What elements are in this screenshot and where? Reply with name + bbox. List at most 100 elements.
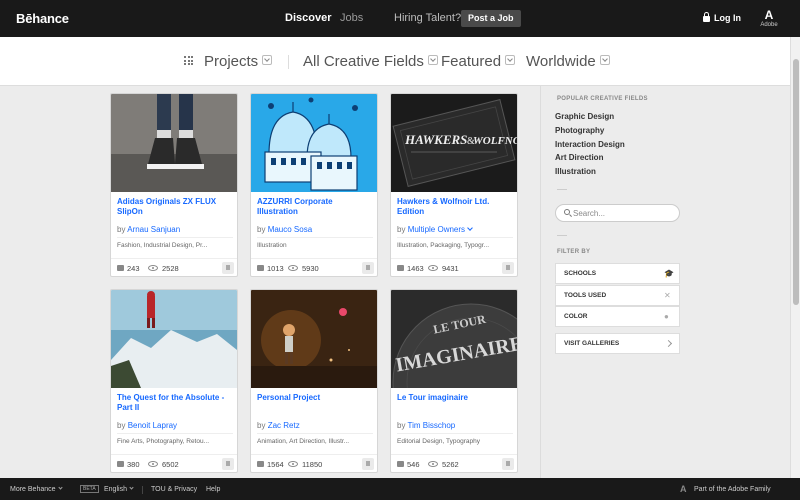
thumbs-up-icon: [397, 461, 404, 467]
divider: [117, 237, 233, 238]
add-to-collection-button[interactable]: [222, 262, 234, 274]
views-count: 11850: [302, 460, 323, 469]
add-to-collection-button[interactable]: [502, 458, 514, 470]
popular-field-link[interactable]: Photography: [555, 126, 604, 135]
project-fields: Animation, Art Direction, Illustr...: [257, 438, 350, 445]
project-card[interactable]: The Quest for the Absolute - Part II by …: [110, 289, 238, 473]
help-link[interactable]: Help: [206, 486, 220, 493]
project-title[interactable]: Le Tour imaginaire: [397, 393, 513, 403]
add-to-collection-button[interactable]: [222, 458, 234, 470]
filter-color-button[interactable]: COLOR ●: [555, 306, 680, 327]
appreciations-count: 243: [127, 264, 140, 273]
project-fields: Editorial Design, Typography: [397, 438, 480, 445]
project-title[interactable]: The Quest for the Absolute - Part II: [117, 393, 233, 413]
project-fields: Illustration, Packaging, Typogr...: [397, 242, 490, 249]
popular-field-link[interactable]: Graphic Design: [555, 112, 614, 121]
divider: [557, 235, 567, 236]
popular-field-link[interactable]: Interaction Design: [555, 140, 625, 149]
add-to-collection-button[interactable]: [362, 458, 374, 470]
search-icon: [564, 209, 570, 215]
eye-icon: [288, 265, 298, 271]
project-card[interactable]: AZZURRI Corporate Illustration by Mauco …: [250, 93, 378, 277]
project-card[interactable]: LE TOUR IMAGINAIRE Le Tour imaginaire by…: [390, 289, 518, 473]
owner-link[interactable]: Zac Retz: [268, 421, 300, 430]
project-thumbnail[interactable]: [111, 290, 237, 388]
adobe-mark-icon: A: [680, 484, 687, 494]
more-behance-label: More Behance: [10, 486, 56, 493]
owner-link[interactable]: Arnau Sanjuan: [127, 225, 180, 234]
divider: [397, 237, 513, 238]
owner-link[interactable]: Tim Bisschop: [408, 421, 456, 430]
adobe-family-link[interactable]: Part of the Adobe Family: [694, 486, 771, 493]
project-owner: by Benoit Lapray: [117, 421, 177, 430]
worldwide-dropdown[interactable]: Worldwide: [526, 53, 610, 70]
popular-field-link[interactable]: Illustration: [555, 167, 596, 176]
search-input[interactable]: Search...: [555, 204, 680, 222]
eye-icon: [428, 461, 438, 467]
filter-label: COLOR: [564, 313, 588, 320]
filter-schools-button[interactable]: SCHOOLS 🎓: [555, 263, 680, 284]
project-title[interactable]: Adidas Originals ZX FLUX SlipOn: [117, 197, 233, 217]
featured-dropdown[interactable]: Featured: [441, 53, 516, 70]
project-thumbnail[interactable]: HAWKERS & WOLFNOIR: [391, 94, 517, 192]
project-owner: by Arnau Sanjuan: [117, 225, 180, 234]
nav-hiring-talent-link[interactable]: Hiring Talent?: [394, 12, 461, 24]
project-card[interactable]: HAWKERS & WOLFNOIR Hawkers & Wolfnoir Lt…: [390, 93, 518, 277]
project-thumbnail[interactable]: LE TOUR IMAGINAIRE: [391, 290, 517, 388]
project-stats: 1564 11850: [251, 454, 377, 472]
views-count: 5262: [442, 460, 459, 469]
behance-logo[interactable]: Bēhance: [16, 11, 69, 26]
vertical-scrollbar[interactable]: [790, 37, 800, 478]
adobe-logo[interactable]: A Adobe: [758, 9, 780, 28]
project-owner: by Multiple Owners: [397, 225, 473, 234]
owner-link[interactable]: Mauco Sosa: [268, 225, 312, 234]
project-owner: by Tim Bisschop: [397, 421, 455, 430]
login-label: Log In: [714, 13, 741, 23]
project-title[interactable]: Hawkers & Wolfnoir Ltd. Edition: [397, 197, 513, 217]
filter-tools-button[interactable]: TOOLS USED ✕: [555, 285, 680, 306]
thumbs-up-icon: [257, 461, 264, 467]
wolfnoir-wordmark: WOLFNOIR: [473, 135, 517, 147]
appreciations-count: 546: [407, 460, 420, 469]
owner-link[interactable]: Benoit Lapray: [128, 421, 177, 430]
top-navigation-bar: Bēhance Discover Jobs Hiring Talent? Pos…: [0, 0, 800, 37]
eye-icon: [148, 265, 158, 271]
more-behance-menu[interactable]: More Behance: [10, 485, 63, 493]
project-thumbnail[interactable]: [251, 290, 377, 388]
appreciations-count: 1013: [267, 264, 284, 273]
login-link[interactable]: Log In: [703, 12, 741, 23]
chevron-right-icon: [664, 339, 673, 348]
chevron-down-icon[interactable]: [467, 225, 473, 231]
scrollbar-thumb[interactable]: [793, 59, 799, 305]
creative-fields-dropdown[interactable]: All Creative Fields: [303, 53, 438, 70]
droplet-icon: ●: [664, 312, 669, 321]
project-card[interactable]: Adidas Originals ZX FLUX SlipOn by Arnau…: [110, 93, 238, 277]
project-title[interactable]: Personal Project: [257, 393, 373, 403]
nav-jobs-link[interactable]: Jobs: [340, 12, 363, 24]
owner-link[interactable]: Multiple Owners: [408, 225, 465, 234]
projects-dropdown[interactable]: Projects: [204, 53, 273, 70]
divider: [397, 433, 513, 434]
add-to-collection-button[interactable]: [362, 262, 374, 274]
divider: [257, 237, 373, 238]
project-card[interactable]: Personal Project by Zac Retz Animation, …: [250, 289, 378, 473]
chevron-down-icon: [262, 55, 273, 65]
nav-discover-link[interactable]: Discover: [285, 12, 331, 24]
language-selector[interactable]: English: [104, 485, 134, 493]
tou-privacy-link[interactable]: TOU & Privacy: [151, 486, 197, 493]
project-title[interactable]: AZZURRI Corporate Illustration: [257, 197, 373, 217]
post-a-job-button[interactable]: Post a Job: [461, 10, 521, 27]
appreciations-count: 1564: [267, 460, 284, 469]
popular-field-link[interactable]: Art Direction: [555, 153, 603, 162]
by-label: by: [397, 421, 406, 430]
by-label: by: [117, 225, 126, 234]
worldwide-label: Worldwide: [526, 53, 596, 70]
hawkers-wordmark: HAWKERS: [404, 132, 467, 147]
add-to-collection-button[interactable]: [502, 262, 514, 274]
project-owner: by Zac Retz: [257, 421, 300, 430]
project-thumbnail[interactable]: [111, 94, 237, 192]
visit-galleries-button[interactable]: VISIT GALLERIES: [555, 333, 680, 354]
project-thumbnail[interactable]: [251, 94, 377, 192]
divider: [117, 433, 233, 434]
eye-icon: [288, 461, 298, 467]
